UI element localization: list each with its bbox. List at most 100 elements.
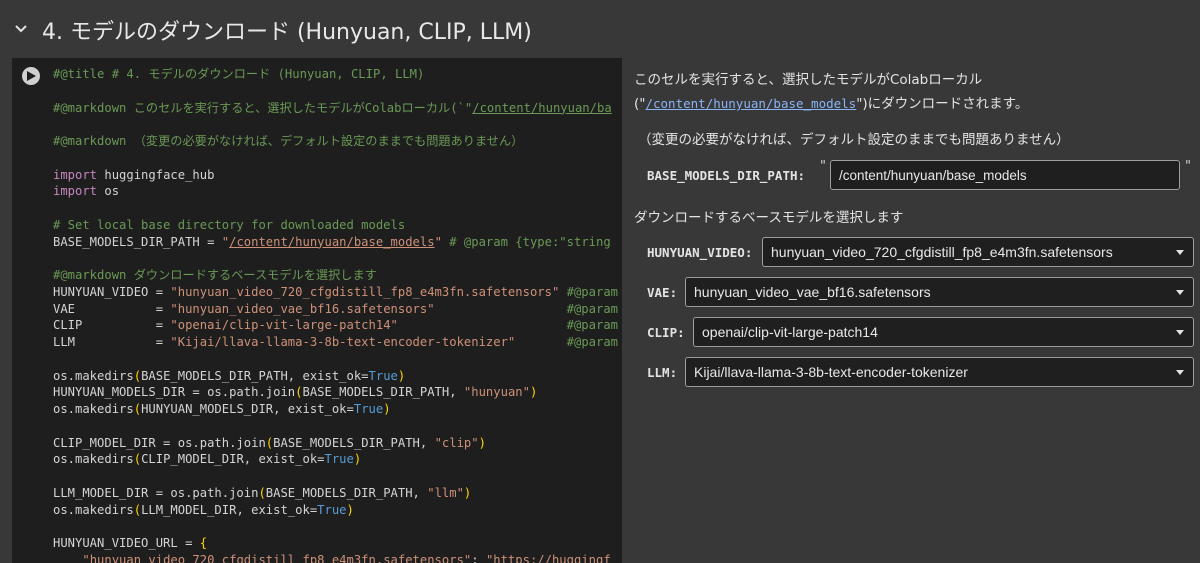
code-token: "llm" [427,485,464,500]
code-token: /content/hunyuan/base_models [229,234,435,249]
description-close: ")にダウンロードされます。 [856,96,1029,112]
run-cell-button[interactable] [22,67,40,85]
code-token: CLIP = [53,318,171,333]
code-token: BASE_MODELS_DIR_PATH, [302,385,464,400]
vae-select[interactable]: hunyuan_video_vae_bf16.safetensors [685,277,1194,307]
code-token: True [353,402,384,416]
code-line: HUNYUAN_VIDEO_URL = { [53,535,618,552]
code-line: LLM_MODEL_DIR = os.path.join(BASE_MODELS… [53,485,618,502]
form-description: このセルを実行すると、選択したモデルがColabローカル ("/content/… [634,68,1028,116]
code-token: ( [133,402,142,416]
code-token: "openai/clip-vit-large-patch14" [170,318,398,333]
code-token: "hunyuan_video_vae_bf16.safetensors" [170,301,435,316]
code-token: : [471,552,486,563]
code-token: " [434,234,442,249]
chevron-down-icon[interactable] [12,20,30,38]
base-dir-label: BASE_MODELS_DIR_PATH: [647,168,806,183]
code-line: #@markdown （変更の必要がなければ、デフォルト設定のままでも問題ありま… [53,133,618,150]
code-token: " [221,234,230,249]
select-heading: ダウンロードするベースモデルを選択します [634,210,904,226]
code-token: #@param [434,301,618,316]
code-token: ) [478,435,486,450]
code-token: True [324,452,354,467]
code-line: os.makedirs(CLIP_MODEL_DIR, exist_ok=Tru… [53,451,618,468]
code-line: os.makedirs(HUNYUAN_MODELS_DIR, exist_ok… [53,401,618,418]
chevron-down-icon [1176,290,1184,295]
code-token: huggingface_hub [97,167,215,182]
llm-select[interactable]: Kijai/llava-llama-3-8b-text-encoder-toke… [685,357,1194,387]
hunyuan-video-select[interactable]: hunyuan_video_720_cfgdistill_fp8_e4m3fn.… [762,237,1194,267]
base-dir-input[interactable]: /content/hunyuan/base_models [830,160,1180,190]
section-title: 4. モデルのダウンロード (Hunyuan, CLIP, LLM) [42,20,532,45]
description-open-quote: (" [634,96,646,112]
code-token: #@param [515,335,619,349]
code-token: BASE_MODELS_DIR_PATH, exist_ok= [141,368,369,383]
code-line: VAE = "hunyuan_video_vae_bf16.safetensor… [53,301,618,318]
code-token: ) [353,452,362,467]
code-token: "hunyuan_video_720_cfgdistill_fp8_e4m3fn… [170,284,560,299]
code-token: ) [383,402,391,416]
code-line: CLIP_MODEL_DIR = os.path.join(BASE_MODEL… [53,435,618,452]
code-token: /content/hunyuan/ba [472,100,612,115]
code-token: "hunyuan" [463,385,530,400]
code-token: ) [463,485,472,500]
code-token: #@param [559,284,618,299]
code-line: HUNYUAN_VIDEO = "hunyuan_video_720_cfgdi… [53,284,618,301]
code-line: "hunyuan_video_720_cfgdistill_fp8_e4m3fn… [53,552,618,563]
code-line: import huggingface_hub [53,167,618,184]
code-line: os.makedirs(BASE_MODELS_DIR_PATH, exist_… [53,368,618,385]
code-token: # @param {type:"string [441,234,611,249]
code-token: #@markdown （変更の必要がなければ、デフォルト設定のままでも問題ありま… [53,134,524,148]
code-token: ) [529,385,538,400]
llm-label: LLM: [647,365,678,380]
chevron-down-icon [1176,250,1184,255]
play-icon [27,71,36,81]
chevron-down-icon [1176,330,1184,335]
code-token: HUNYUAN_VIDEO = [53,284,171,299]
vae-value: hunyuan_video_vae_bf16.safetensors [694,284,931,300]
code-token: # Set local base directory for downloade… [53,217,406,232]
code-token: LLM = [53,335,171,349]
code-token: ( [133,368,142,383]
clip-value: openai/clip-vit-large-patch14 [702,324,878,340]
code-token: #@markdown このセルを実行すると、選択したモデルがColabローカル(… [53,100,473,115]
base-path-link: /content/hunyuan/base_models [645,96,857,111]
code-token: "https://huggingf [485,552,611,563]
code-token: CLIP_MODEL_DIR, exist_ok= [141,452,325,467]
code-editor[interactable]: #@title # 4. モデルのダウンロード (Hunyuan, CLIP, … [53,66,618,563]
code-token: os.makedirs [53,502,134,517]
vae-label: VAE: [647,285,678,300]
quote-close: " [1185,159,1191,174]
code-token: os [97,184,120,199]
code-line: CLIP = "openai/clip-vit-large-patch14" #… [53,317,618,334]
code-token: ) [346,502,354,517]
code-token: HUNYUAN_MODELS_DIR, exist_ok= [141,402,354,416]
code-token: "Kijai/llava-llama-3-8b-text-encoder-tok… [170,335,516,349]
code-token: os.makedirs [53,402,134,416]
chevron-down-icon [1176,370,1184,375]
code-token: #@markdown ダウンロードするベースモデルを選択します [53,268,377,282]
llm-value: Kijai/llava-llama-3-8b-text-encoder-toke… [694,364,968,380]
code-token: LLM_MODEL_DIR, exist_ok= [141,502,318,517]
code-token: { [199,536,208,550]
quote-open: " [820,159,826,174]
code-token: HUNYUAN_MODELS_DIR = os.path.join [53,385,296,400]
code-token: ( [133,452,142,467]
clip-select[interactable]: openai/clip-vit-large-patch14 [693,317,1194,347]
code-token: #@title # 4. モデルのダウンロード (Hunyuan, CLIP, … [53,67,425,81]
code-cell[interactable]: #@title # 4. モデルのダウンロード (Hunyuan, CLIP, … [12,58,622,563]
code-token: os.makedirs [53,368,134,383]
code-token: "hunyuan_video_720_cfgdistill_fp8_e4m3fn… [82,552,472,563]
code-token: BASE_MODELS_DIR_PATH, [273,435,435,450]
code-token: BASE_MODELS_DIR_PATH = [53,234,222,249]
code-token: HUNYUAN_VIDEO_URL = [53,536,200,550]
code-token: import [53,184,98,199]
